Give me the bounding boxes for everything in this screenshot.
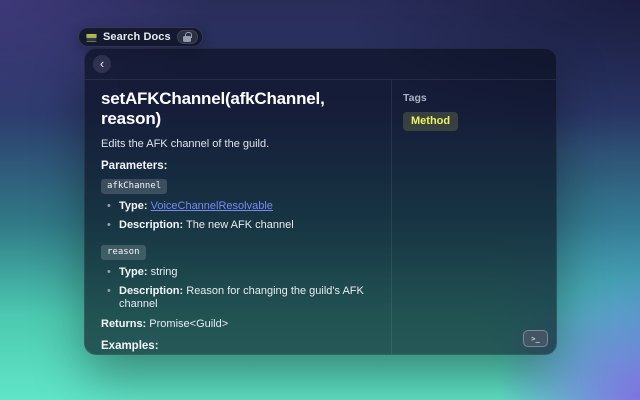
examples-heading: Examples: bbox=[101, 340, 384, 352]
search-docs-label: Search Docs bbox=[103, 31, 171, 43]
param-description-item: Description: The new AFK channel bbox=[101, 219, 384, 232]
description-value: The new AFK channel bbox=[186, 219, 294, 231]
returns-value: Promise<Guild> bbox=[149, 318, 228, 330]
type-label: Type: bbox=[119, 266, 148, 278]
lock-icon bbox=[183, 36, 191, 42]
lock-chip bbox=[177, 30, 198, 44]
param-props-list: Type: VoiceChannelResolvable Description… bbox=[101, 200, 384, 232]
tag-method-badge: Method bbox=[403, 112, 458, 131]
gradient-background: Search Docs ‹ setAFKChannel(afkChannel, … bbox=[0, 0, 640, 400]
doc-summary: Edits the AFK channel of the guild. bbox=[101, 138, 384, 150]
returns-label: Returns: bbox=[101, 318, 146, 330]
terminal-button[interactable]: >_ bbox=[523, 330, 548, 347]
description-label: Description: bbox=[119, 219, 183, 231]
search-docs-button[interactable]: Search Docs bbox=[78, 27, 203, 47]
docs-favicon-icon bbox=[86, 33, 97, 42]
page-title: setAFKChannel(afkChannel, reason) bbox=[101, 89, 384, 129]
param-type-item: Type: string bbox=[101, 266, 384, 279]
param-description-item: Description: Reason for changing the gui… bbox=[101, 285, 384, 311]
panel-body: setAFKChannel(afkChannel, reason) Edits … bbox=[85, 80, 556, 354]
param-name-badge: afkChannel bbox=[101, 179, 167, 194]
back-button[interactable]: ‹ bbox=[93, 55, 111, 73]
type-label: Type: bbox=[119, 200, 148, 212]
tags-heading: Tags bbox=[403, 92, 556, 104]
type-link[interactable]: VoiceChannelResolvable bbox=[151, 200, 273, 212]
doc-content: setAFKChannel(afkChannel, reason) Edits … bbox=[85, 80, 391, 354]
returns-line: Returns: Promise<Guild> bbox=[101, 318, 384, 330]
description-label: Description: bbox=[119, 285, 183, 297]
param-type-item: Type: VoiceChannelResolvable bbox=[101, 200, 384, 213]
param-name-badge: reason bbox=[101, 245, 146, 260]
param-props-list: Type: string Description: Reason for cha… bbox=[101, 266, 384, 311]
type-value: string bbox=[151, 266, 178, 278]
parameters-heading: Parameters: bbox=[101, 160, 384, 172]
tags-sidebar: Tags Method >_ bbox=[391, 80, 556, 354]
panel-header: ‹ bbox=[85, 49, 556, 80]
docs-panel: ‹ setAFKChannel(afkChannel, reason) Edit… bbox=[84, 48, 557, 355]
